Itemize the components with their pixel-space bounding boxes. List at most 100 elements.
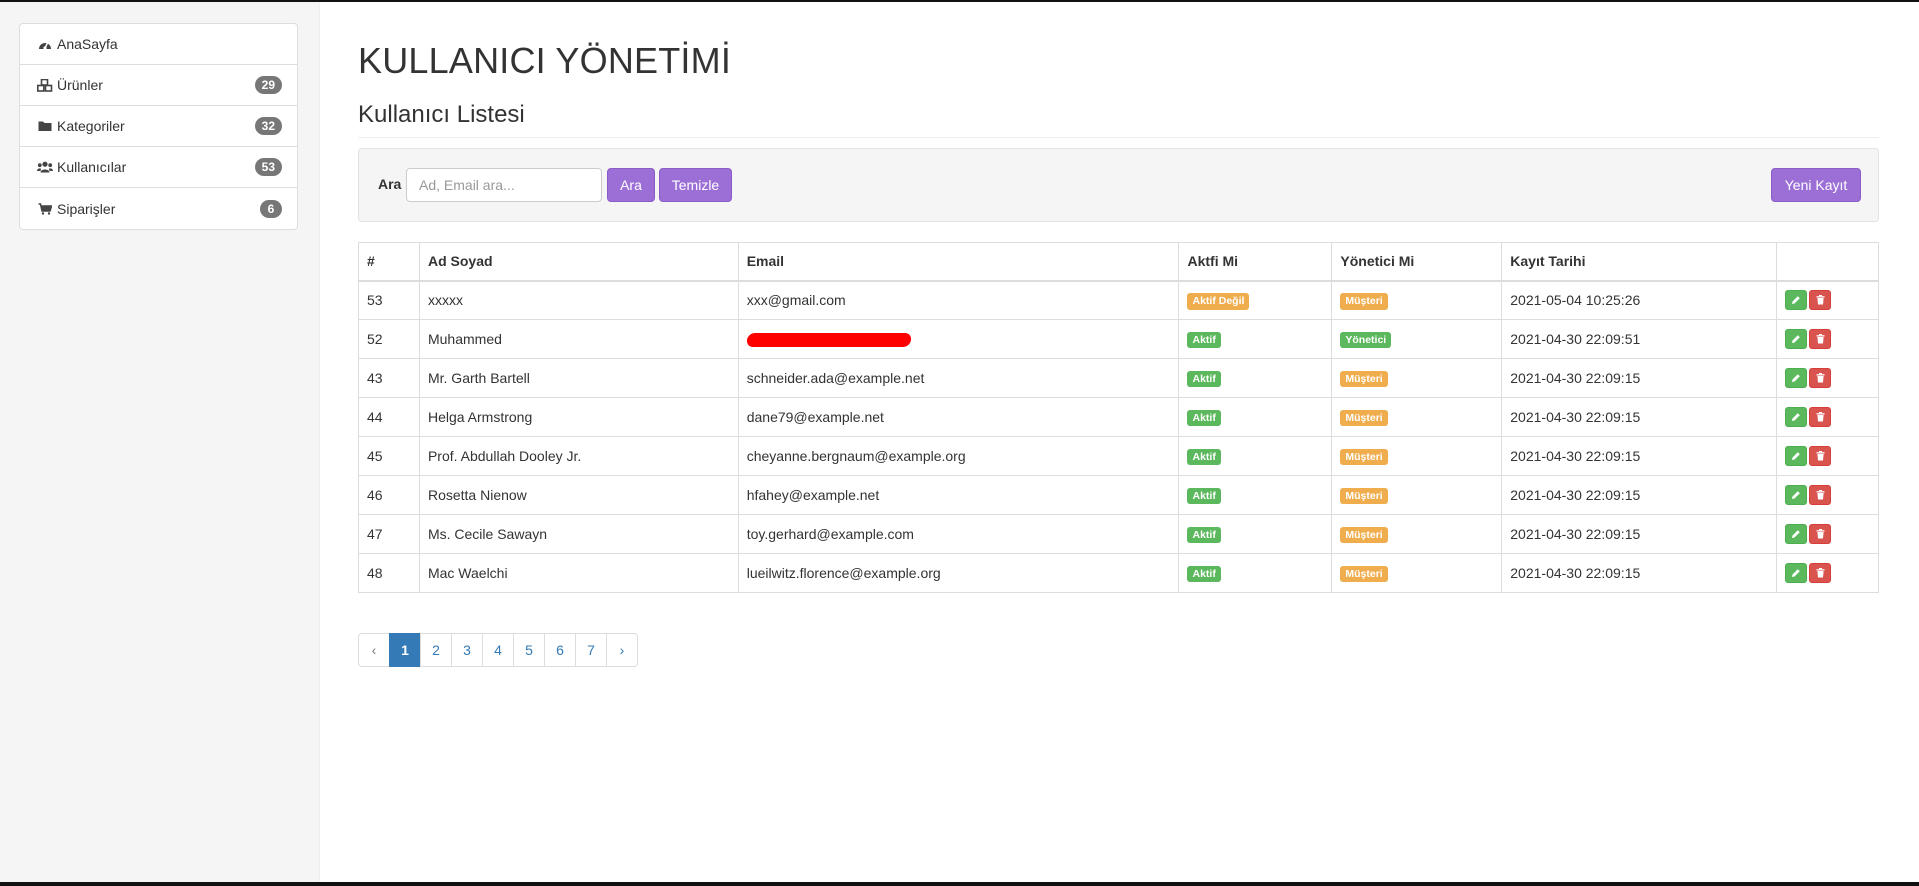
table-row: 53 xxxxx xxx@gmail.com Aktif Değil Müşte… bbox=[358, 280, 1879, 320]
page-title: KULLANICI YÖNETİMİ bbox=[358, 40, 732, 81]
page-button-1[interactable]: 1 bbox=[389, 633, 421, 667]
count-badge: 32 bbox=[254, 117, 282, 135]
role-badge: Müşteri bbox=[1340, 526, 1388, 544]
pencil-icon bbox=[1792, 335, 1800, 343]
cubes-icon bbox=[36, 78, 54, 92]
sidebar-item-label: Kullanıcılar bbox=[57, 159, 127, 175]
search-button[interactable]: Ara bbox=[607, 168, 655, 202]
sidebar-item-kategoriler[interactable]: Kategoriler 32 bbox=[20, 106, 297, 147]
delete-button[interactable] bbox=[1809, 407, 1832, 427]
page-button-5[interactable]: 5 bbox=[513, 633, 545, 667]
cell-id: 45 bbox=[358, 436, 420, 476]
pencil-icon bbox=[1792, 569, 1800, 577]
edit-button[interactable] bbox=[1785, 485, 1808, 505]
delete-button[interactable] bbox=[1809, 329, 1832, 349]
col-header-active: Aktfi Mi bbox=[1178, 242, 1333, 282]
sidebar-nav: AnaSayfa Ürünler 29 Kategoriler 32 Kulla… bbox=[19, 23, 298, 230]
trash-icon bbox=[1816, 373, 1825, 383]
edit-button[interactable] bbox=[1785, 446, 1808, 466]
trash-icon bbox=[1816, 568, 1825, 578]
cell-name: Helga Armstrong bbox=[418, 397, 739, 437]
prev-page-button[interactable]: ‹ bbox=[358, 633, 390, 667]
search-panel: Ara Ara Temizle Yeni Kayıt bbox=[358, 148, 1879, 222]
trash-icon bbox=[1816, 451, 1825, 461]
cell-email: dane79@example.net bbox=[737, 397, 1180, 437]
cell-name: Mr. Garth Bartell bbox=[418, 358, 739, 398]
sidebar: AnaSayfa Ürünler 29 Kategoriler 32 Kulla… bbox=[0, 2, 320, 882]
page-button-4[interactable]: 4 bbox=[482, 633, 514, 667]
cell-date: 2021-04-30 22:09:15 bbox=[1501, 436, 1778, 476]
edit-button[interactable] bbox=[1785, 524, 1808, 544]
table-row: 45 Prof. Abdullah Dooley Jr. cheyanne.be… bbox=[358, 436, 1879, 476]
role-badge: Yönetici bbox=[1340, 331, 1392, 349]
edit-button[interactable] bbox=[1785, 329, 1808, 349]
sidebar-item-label: Kategoriler bbox=[57, 118, 125, 134]
dashboard-icon bbox=[36, 38, 54, 50]
users-table: # Ad Soyad Email Aktfi Mi Yönetici Mi Ka… bbox=[358, 242, 1879, 593]
window-bottom-border bbox=[0, 882, 1919, 886]
cell-name: Ms. Cecile Sawayn bbox=[418, 514, 739, 554]
col-header-name: Ad Soyad bbox=[418, 242, 739, 282]
page-button-6[interactable]: 6 bbox=[544, 633, 576, 667]
cell-id: 43 bbox=[358, 358, 420, 398]
cell-date: 2021-04-30 22:09:15 bbox=[1501, 475, 1778, 515]
folder-icon bbox=[36, 120, 54, 132]
col-header-actions bbox=[1776, 242, 1879, 282]
active-status-badge: Aktif bbox=[1187, 409, 1221, 427]
cell-id: 44 bbox=[358, 397, 420, 437]
page-button-3[interactable]: 3 bbox=[451, 633, 483, 667]
col-header-date: Kayıt Tarihi bbox=[1501, 242, 1778, 282]
col-header-admin: Yönetici Mi bbox=[1331, 242, 1503, 282]
active-status-badge: Aktif bbox=[1187, 565, 1221, 583]
search-input[interactable] bbox=[406, 168, 602, 202]
count-badge: 53 bbox=[254, 158, 282, 176]
sidebar-item-label: Ürünler bbox=[57, 77, 103, 93]
cell-name: Rosetta Nienow bbox=[418, 475, 739, 515]
role-badge: Müşteri bbox=[1340, 448, 1388, 466]
count-badge: 29 bbox=[254, 76, 282, 94]
role-badge: Müşteri bbox=[1340, 293, 1388, 310]
active-status-badge: Aktif Değil bbox=[1187, 293, 1250, 310]
edit-button[interactable] bbox=[1785, 290, 1808, 311]
clear-button[interactable]: Temizle bbox=[659, 168, 732, 202]
new-record-button[interactable]: Yeni Kayıt bbox=[1771, 168, 1861, 202]
cell-email: toy.gerhard@example.com bbox=[737, 514, 1180, 554]
col-header-id: # bbox=[358, 242, 420, 282]
page-button-2[interactable]: 2 bbox=[420, 633, 452, 667]
count-badge: 6 bbox=[260, 199, 282, 218]
pencil-icon bbox=[1792, 374, 1800, 382]
delete-button[interactable] bbox=[1809, 485, 1832, 505]
cell-name: Muhammed bbox=[418, 319, 739, 359]
edit-button[interactable] bbox=[1785, 368, 1808, 388]
pencil-icon bbox=[1792, 530, 1800, 538]
cell-email: xxx@gmail.com bbox=[737, 280, 1180, 320]
edit-button[interactable] bbox=[1785, 563, 1808, 583]
delete-button[interactable] bbox=[1809, 446, 1832, 466]
sidebar-item-siparisler[interactable]: Siparişler 6 bbox=[20, 188, 297, 229]
cart-icon bbox=[36, 202, 54, 215]
table-header-row: # Ad Soyad Email Aktfi Mi Yönetici Mi Ka… bbox=[358, 242, 1879, 282]
next-page-button[interactable]: › bbox=[606, 633, 638, 667]
sidebar-item-urunler[interactable]: Ürünler 29 bbox=[20, 65, 297, 106]
trash-icon bbox=[1816, 412, 1825, 422]
delete-button[interactable] bbox=[1809, 290, 1832, 311]
active-status-badge: Aktif bbox=[1187, 370, 1221, 388]
cell-date: 2021-04-30 22:09:15 bbox=[1501, 358, 1778, 398]
delete-button[interactable] bbox=[1809, 563, 1832, 583]
edit-button[interactable] bbox=[1785, 407, 1808, 427]
sidebar-item-kullanicilar[interactable]: Kullanıcılar 53 bbox=[20, 147, 297, 188]
page-button-7[interactable]: 7 bbox=[575, 633, 607, 667]
page-subtitle: Kullanıcı Listesi bbox=[358, 101, 525, 128]
trash-icon bbox=[1816, 334, 1825, 344]
cell-email bbox=[737, 319, 1180, 359]
delete-button[interactable] bbox=[1809, 368, 1832, 388]
trash-icon bbox=[1816, 295, 1825, 305]
sidebar-item-label: AnaSayfa bbox=[57, 36, 118, 52]
table-row: 48 Mac Waelchi lueilwitz.florence@exampl… bbox=[358, 553, 1879, 593]
delete-button[interactable] bbox=[1809, 524, 1832, 544]
sidebar-item-label: Siparişler bbox=[57, 200, 116, 217]
sidebar-item-anasayfa[interactable]: AnaSayfa bbox=[20, 24, 297, 65]
cell-date: 2021-04-30 22:09:51 bbox=[1501, 319, 1778, 359]
pagination: ‹ 1 2 3 4 5 6 7 › bbox=[358, 633, 638, 667]
pencil-icon bbox=[1792, 296, 1800, 305]
